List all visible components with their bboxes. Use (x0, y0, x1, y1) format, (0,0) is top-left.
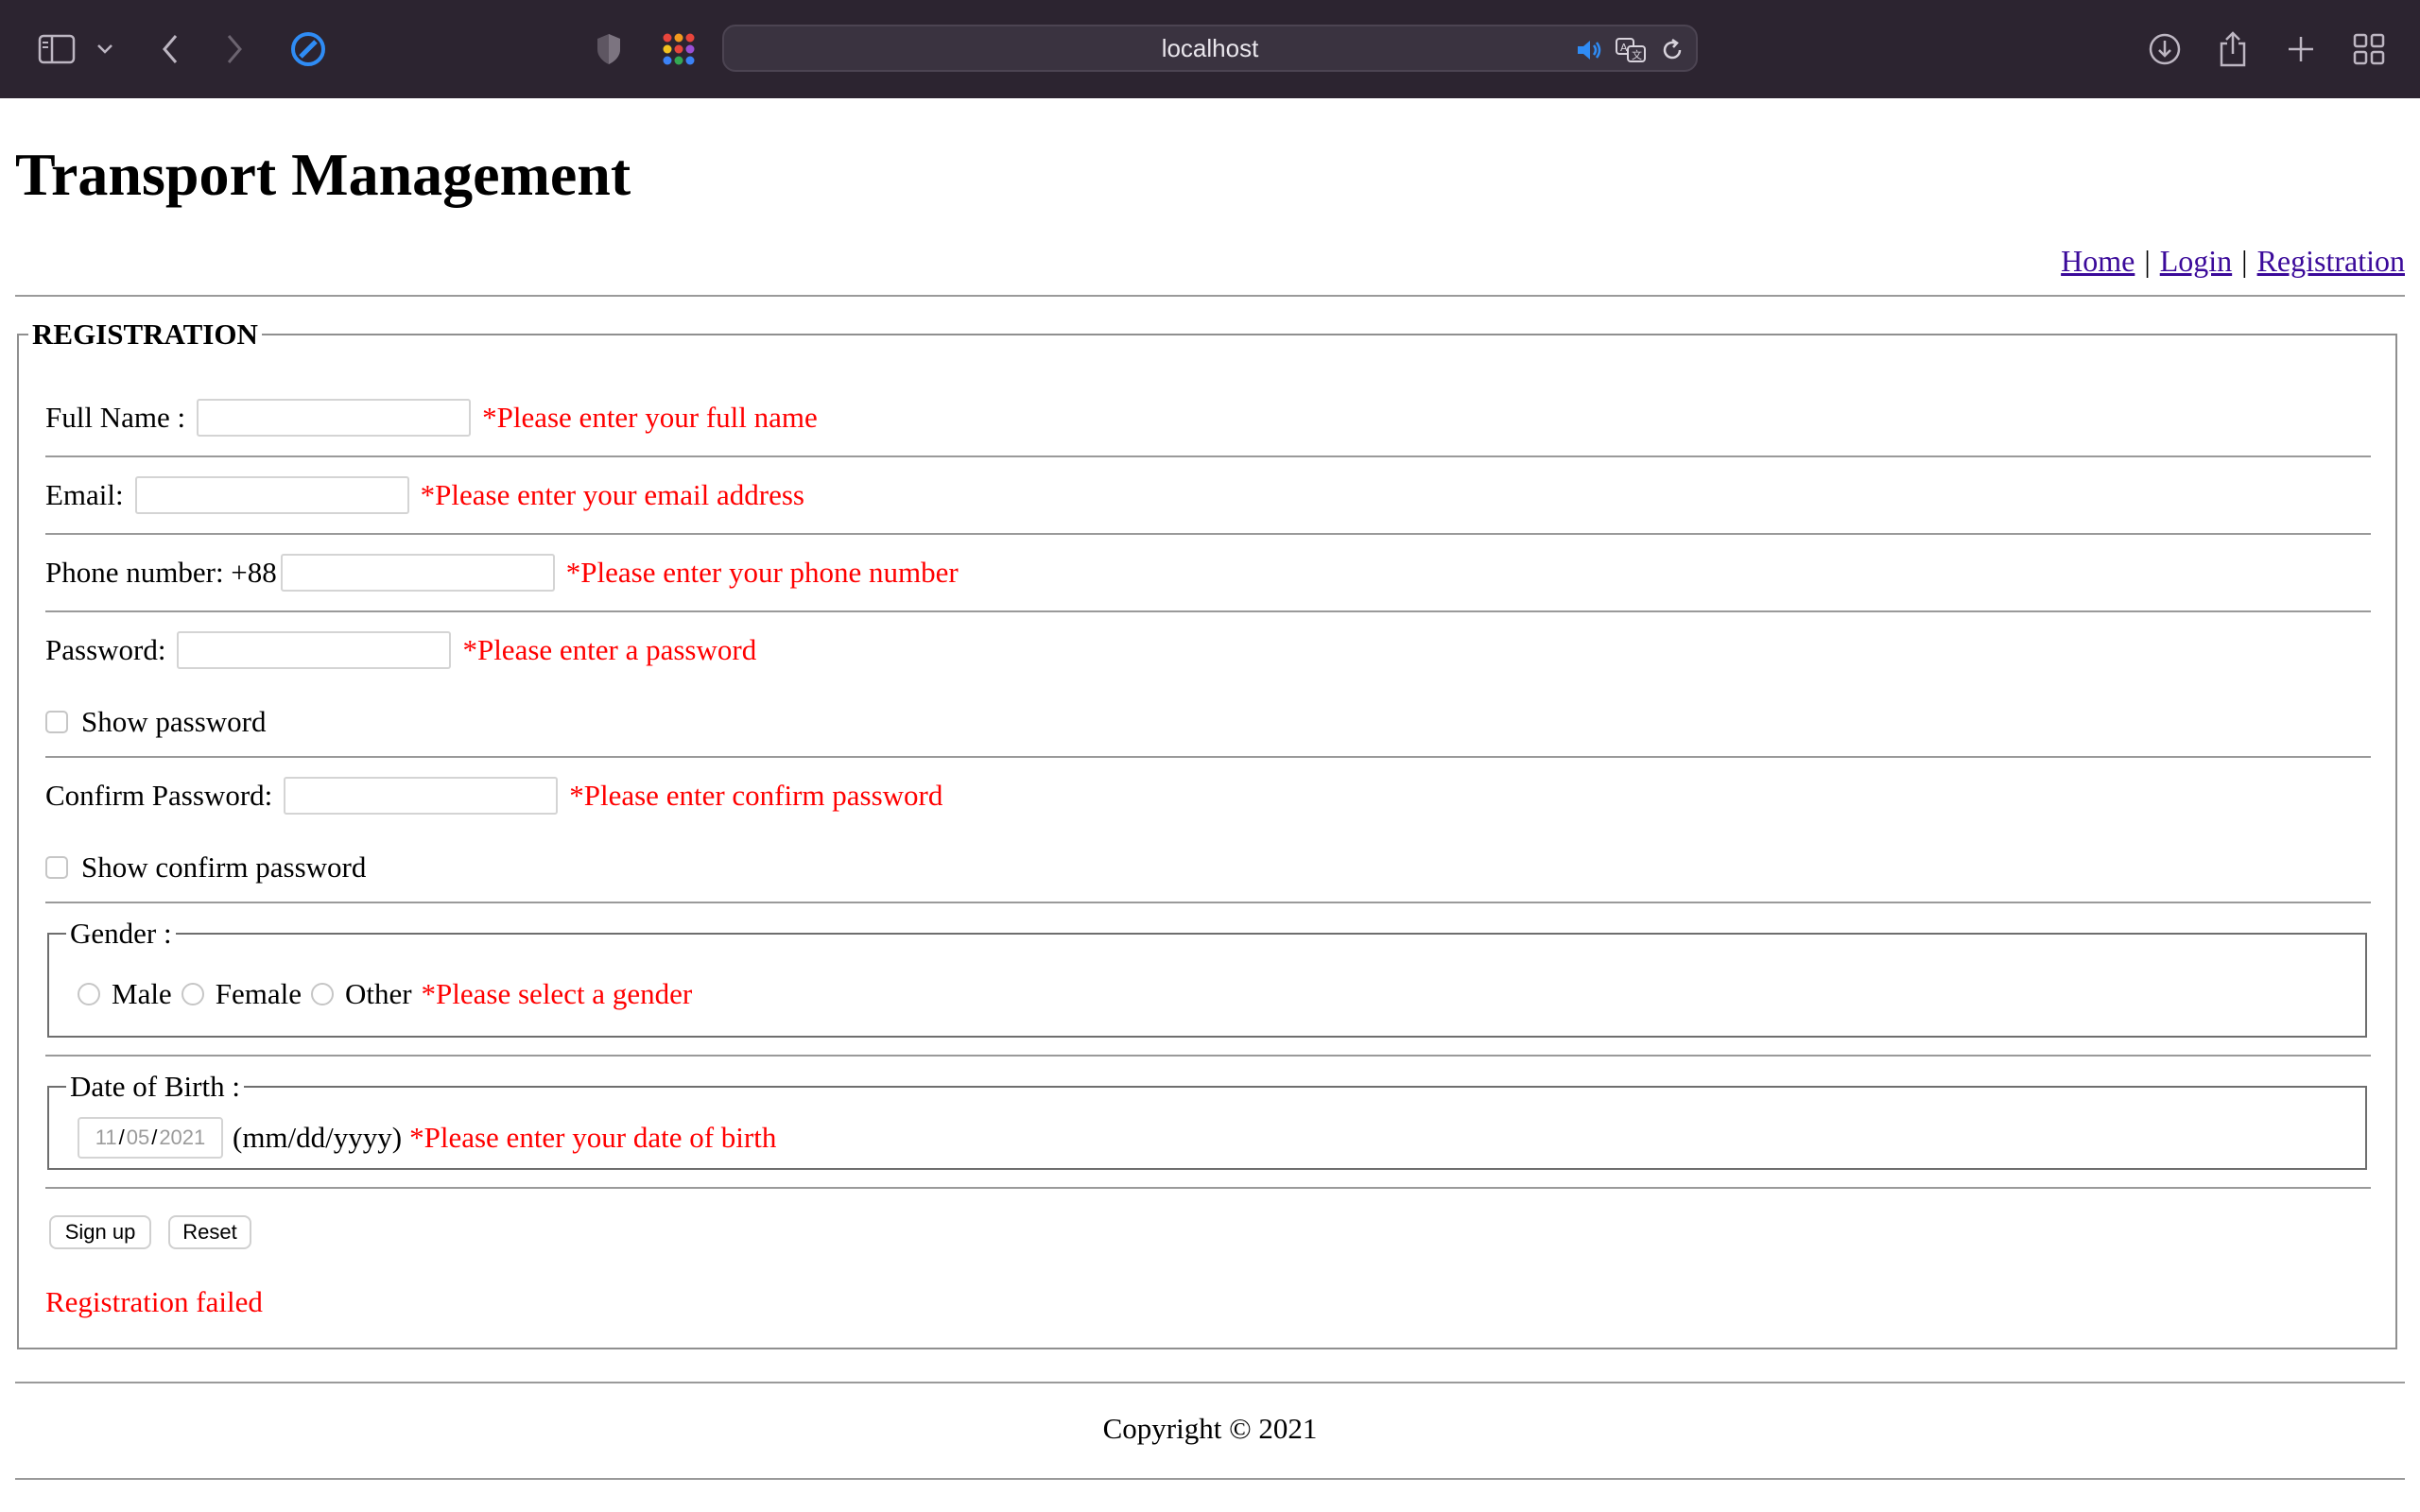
dob-line: 11/05/2021 (mm/dd/yyyy) *Please enter yo… (78, 1117, 776, 1159)
dob-day[interactable]: 05 (127, 1125, 149, 1150)
registration-fieldset: REGISTRATION Full Name : *Please enter y… (17, 318, 2397, 1349)
footer-divider-top (15, 1382, 2405, 1383)
gender-legend: Gender : (70, 917, 172, 950)
confirm-password-row: Confirm Password: *Please enter confirm … (45, 777, 942, 815)
top-nav: Home | Login | Registration (2061, 244, 2405, 279)
translate-icon[interactable]: A文 (1615, 34, 1647, 66)
email-error: *Please enter your email address (420, 478, 804, 511)
forward-icon[interactable] (206, 21, 263, 77)
gender-option-female[interactable]: Female (181, 977, 302, 1011)
full-name-row: Full Name : *Please enter your full name (45, 399, 818, 437)
show-confirm-password-row: Show confirm password (45, 850, 366, 885)
full-name-input[interactable] (197, 399, 472, 437)
email-row: Email: *Please enter your email address (45, 476, 804, 514)
header-divider (15, 295, 2405, 297)
nav-registration-link[interactable]: Registration (2257, 244, 2405, 278)
footer-copyright: Copyright © 2021 (1102, 1412, 1318, 1445)
dob-month[interactable]: 11 (95, 1125, 117, 1150)
phone-input[interactable] (280, 554, 555, 592)
row-divider (45, 1055, 2371, 1057)
svg-text:A: A (1620, 42, 1628, 54)
gender-error: *Please select a gender (421, 977, 693, 1010)
password-input[interactable] (177, 631, 452, 669)
confirm-password-error: *Please enter confirm password (569, 779, 943, 812)
compass-icon[interactable] (280, 21, 337, 77)
url-text[interactable]: localhost (724, 26, 1696, 70)
password-error: *Please enter a password (462, 633, 757, 666)
radio-male[interactable] (78, 983, 100, 1005)
password-row: Password: *Please enter a password (45, 631, 756, 669)
nav-separator: | (2144, 244, 2151, 278)
dob-format-hint: (mm/dd/yyyy) (233, 1121, 403, 1154)
nav-separator: | (2241, 244, 2248, 278)
download-icon[interactable] (2136, 21, 2193, 77)
full-name-label: Full Name : (45, 401, 186, 434)
gender-male-label[interactable]: Male (112, 977, 172, 1011)
confirm-password-input[interactable] (284, 777, 559, 815)
dob-fieldset: Date of Birth : 11/05/2021 (mm/dd/yyyy) … (47, 1070, 2367, 1170)
dob-year[interactable]: 2021 (159, 1125, 205, 1150)
sidebar-icon[interactable] (28, 21, 85, 77)
nav-home-link[interactable]: Home (2061, 244, 2135, 278)
email-input[interactable] (134, 476, 409, 514)
web-page: Transport Management Home | Login | Registra… (0, 98, 2420, 1512)
show-password-label[interactable]: Show password (81, 705, 266, 739)
radio-other[interactable] (310, 983, 334, 1005)
registration-legend: REGISTRATION (32, 318, 258, 351)
shield-icon[interactable] (580, 21, 637, 77)
dob-error: *Please enter your date of birth (409, 1121, 777, 1154)
speaker-icon[interactable] (1573, 34, 1605, 66)
footer-divider-bottom (15, 1478, 2405, 1480)
dob-date-input[interactable]: 11/05/2021 (78, 1117, 223, 1159)
show-confirm-password-label[interactable]: Show confirm password (81, 850, 366, 885)
gender-option-other[interactable]: Other (310, 977, 412, 1011)
password-label: Password: (45, 633, 166, 666)
dob-legend: Date of Birth : (70, 1070, 240, 1103)
registration-status: Registration failed (45, 1285, 263, 1318)
share-icon[interactable] (2204, 21, 2261, 77)
address-bar[interactable]: localhost A文 (722, 25, 1698, 72)
tab-overview-icon[interactable] (2341, 21, 2397, 77)
email-label: Email: (45, 478, 124, 511)
confirm-password-label: Confirm Password: (45, 779, 273, 812)
show-password-checkbox[interactable] (45, 711, 68, 733)
phone-error: *Please enter your phone number (565, 556, 959, 589)
gender-female-label[interactable]: Female (216, 977, 302, 1011)
row-divider (45, 902, 2371, 903)
radio-female[interactable] (181, 983, 204, 1005)
gender-options: Male Female Other *Please select a gende… (78, 977, 692, 1011)
plus-icon[interactable] (2273, 21, 2329, 77)
row-divider (45, 756, 2371, 758)
row-divider (45, 455, 2371, 457)
page-title: Transport Management (15, 141, 631, 208)
chevron-down-icon[interactable] (81, 21, 129, 77)
svg-text:文: 文 (1632, 48, 1642, 61)
show-password-row: Show password (45, 705, 266, 739)
row-divider (45, 610, 2371, 612)
row-divider (45, 533, 2371, 535)
reset-button[interactable]: Reset (168, 1215, 251, 1249)
apps-grid-icon[interactable] (650, 21, 707, 77)
gender-fieldset: Gender : Male Female Other *Please selec… (47, 917, 2367, 1038)
phone-label: Phone number: +88 (45, 556, 277, 589)
back-icon[interactable] (142, 21, 199, 77)
nav-login-link[interactable]: Login (2160, 244, 2232, 278)
show-confirm-password-checkbox[interactable] (45, 856, 68, 879)
full-name-error: *Please enter your full name (482, 401, 818, 434)
signup-button[interactable]: Sign up (49, 1215, 151, 1249)
phone-row: Phone number: +88 *Please enter your pho… (45, 554, 959, 592)
gender-other-label[interactable]: Other (345, 977, 412, 1011)
browser-toolbar: localhost A文 (0, 0, 2420, 98)
gender-option-male[interactable]: Male (78, 977, 172, 1011)
reload-icon[interactable] (1656, 34, 1688, 66)
row-divider (45, 1187, 2371, 1189)
